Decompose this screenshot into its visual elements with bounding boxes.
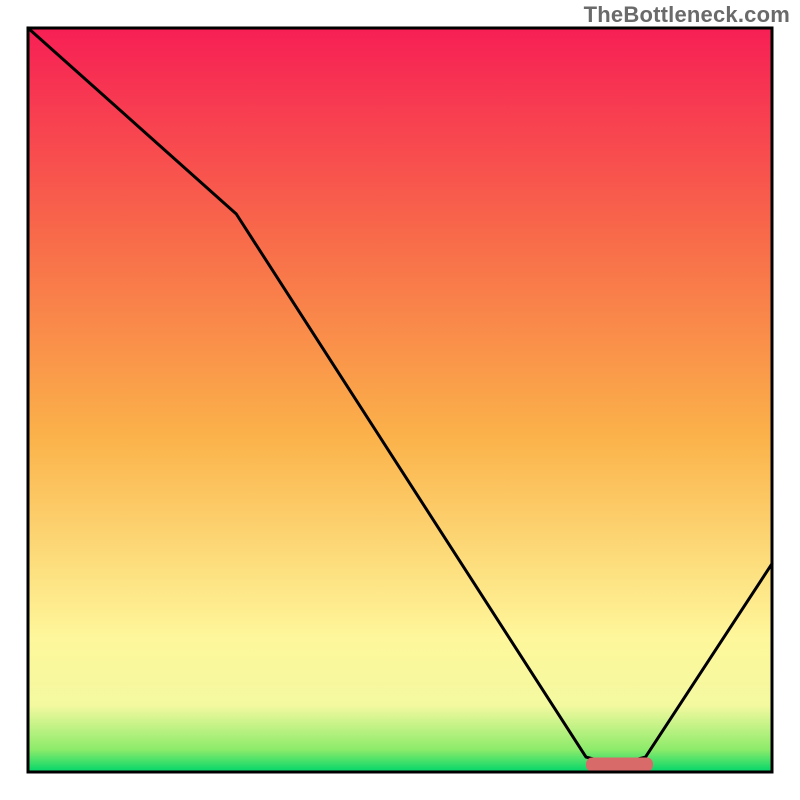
plot-background — [28, 28, 772, 772]
bottleneck-chart — [0, 0, 800, 800]
chart-container: TheBottleneck.com — [0, 0, 800, 800]
sweet-spot-marker — [586, 758, 653, 772]
watermark-text: TheBottleneck.com — [584, 2, 790, 28]
